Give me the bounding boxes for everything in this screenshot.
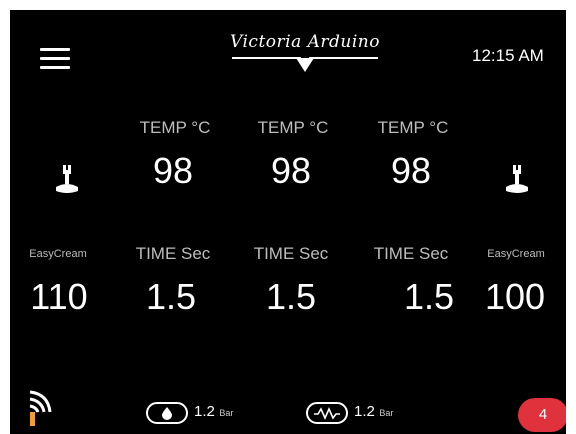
menu-bar [40,66,70,69]
group2-time-value[interactable]: 1.5 [236,276,346,318]
wifi-signal-icon[interactable] [28,388,58,428]
group1-time-value[interactable]: 1.5 [116,276,226,318]
group1-time-label: TIME Sec [135,244,211,263]
group1-temp-value[interactable]: 98 [118,150,228,192]
group3-temp-value[interactable]: 98 [356,150,466,192]
logo-underline [232,57,378,72]
group2-time-label: TIME Sec [253,244,329,263]
pump-pressure-unit: Bar [379,408,394,418]
right-easycream-value[interactable]: 100 [470,276,560,318]
drop-icon [162,407,172,420]
boiler-pressure-value: 1.2 [194,403,215,420]
steam-wand-left-icon[interactable] [52,165,82,197]
wave-icon [314,407,340,420]
group2-temp-value[interactable]: 98 [236,150,346,192]
boiler-pressure-unit: Bar [219,408,234,418]
boiler-pressure-readout: 1.2 Bar [194,403,233,421]
machine-display: Victoria Arduino 12:15 AM TEMP °C TEMP °… [10,10,566,434]
steam-wand-right-icon[interactable] [502,165,532,197]
group1-temp-label: TEMP °C [139,118,211,137]
pump-pressure-badge [306,402,348,424]
group3-time-label: TIME Sec [373,244,449,263]
logo-text: Victoria Arduino [230,32,380,52]
notification-badge[interactable]: 4 [518,398,566,432]
pump-pressure-readout: 1.2 Bar [354,403,393,421]
menu-button[interactable] [40,48,70,70]
right-easycream-label: EasyCream [487,248,545,260]
menu-bar [40,57,70,60]
clock-time: 12:15 AM [472,46,544,65]
menu-bar [40,48,70,51]
boiler-pressure-badge [146,402,188,424]
brand-logo: Victoria Arduino [230,32,390,84]
group3-temp-label: TEMP °C [377,118,449,137]
group2-temp-label: TEMP °C [257,118,329,137]
left-easycream-label: EasyCream [29,248,87,260]
group3-time-value[interactable]: 1.5 [374,276,484,318]
left-easycream-value[interactable]: 110 [14,276,104,318]
pump-pressure-value: 1.2 [354,403,375,420]
